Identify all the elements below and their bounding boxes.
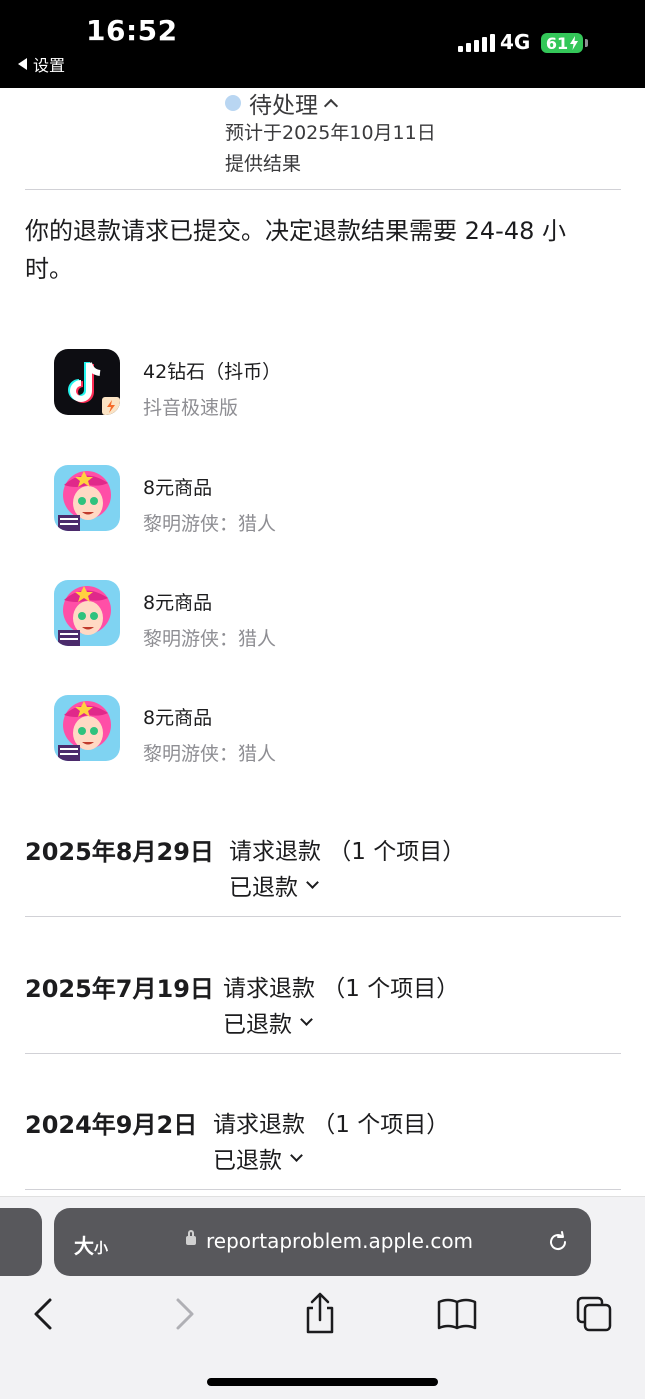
cellular-signal-icon (458, 34, 495, 52)
pending-label: 待处理 (249, 93, 318, 119)
game-character-icon (54, 580, 120, 646)
forward-arrow-icon[interactable] (162, 1292, 206, 1336)
game-character-icon (54, 465, 120, 531)
divider (25, 1053, 621, 1054)
request-status: 已退款 (229, 875, 298, 901)
estimate-date: 预计于2025年10月11日 (225, 122, 436, 144)
battery-indicator: 61 (541, 33, 583, 53)
list-item: 8元商品 黎明游侠：猎人 (54, 465, 614, 535)
request-title: 请求退款 （1 个项目） (213, 1112, 450, 1138)
request-status-toggle[interactable]: 已退款 (213, 1141, 303, 1175)
back-to-settings-label: 设置 (33, 56, 66, 75)
text-size-big: 大 (74, 1234, 94, 1258)
request-title: 请求退款 （1 个项目） (229, 839, 466, 865)
charging-bolt-icon (570, 36, 579, 50)
back-triangle-icon (18, 58, 27, 70)
request-status-toggle[interactable]: 已退款 (229, 868, 319, 902)
item-name: 8元商品 (143, 592, 213, 614)
item-app: 黎明游侠：猎人 (143, 743, 277, 765)
status-bar: 16:52 设置 4G 61 (0, 0, 645, 88)
request-date: 2025年8月29日 (25, 838, 214, 866)
request-status: 已退款 (223, 1012, 292, 1038)
list-item: 42钻石（抖币） 抖音极速版 (54, 349, 614, 419)
chevron-down-icon (306, 875, 319, 889)
item-app: 黎明游侠：猎人 (143, 513, 277, 535)
pending-estimate: 预计于2025年10月11日 提供结果 (225, 118, 525, 180)
request-status: 已退款 (213, 1148, 282, 1174)
refund-request: 2025年7月19日 请求退款 （1 个项目） 已退款 (25, 969, 621, 1049)
request-title: 请求退款 （1 个项目） (223, 976, 460, 1002)
battery-level: 61 (545, 33, 569, 53)
request-date: 2024年9月2日 (25, 1111, 198, 1139)
address-bar[interactable]: 大小 reportaproblem.apple.com (54, 1208, 591, 1276)
chevron-down-icon (290, 1148, 303, 1162)
list-item: 8元商品 黎明游侠：猎人 (54, 695, 614, 765)
tabs-icon[interactable] (572, 1292, 616, 1336)
text-size-button[interactable]: 大小 (74, 1230, 108, 1259)
pending-status-toggle[interactable]: 待处理 (225, 86, 339, 120)
item-name: 8元商品 (143, 707, 213, 729)
item-app: 黎明游侠：猎人 (143, 628, 277, 650)
item-app: 抖音极速版 (143, 397, 239, 419)
previous-tab-preview[interactable] (0, 1208, 42, 1276)
request-status-toggle[interactable]: 已退款 (223, 1005, 313, 1039)
network-type: 4G (500, 30, 531, 54)
bookmarks-icon[interactable] (435, 1292, 479, 1336)
back-to-settings-link[interactable]: 设置 (18, 52, 65, 76)
battery-cap (585, 39, 588, 47)
item-name: 8元商品 (143, 477, 213, 499)
chevron-down-icon (300, 1012, 313, 1026)
douyin-lite-icon (54, 349, 120, 415)
refund-request: 2025年8月29日 请求退款 （1 个项目） 已退款 (25, 832, 621, 912)
item-name: 42钻石（抖币） (143, 361, 282, 383)
refund-notice: 你的退款请求已提交。决定退款结果需要 24-48 小时。 (25, 217, 566, 283)
home-indicator (207, 1378, 438, 1386)
chevron-up-icon (323, 98, 339, 114)
estimate-suffix: 提供结果 (225, 153, 302, 175)
divider (25, 189, 621, 190)
refund-request: 2024年9月2日 请求退款 （1 个项目） 已退款 (25, 1105, 621, 1185)
game-character-icon (54, 695, 120, 761)
reload-icon[interactable] (546, 1230, 570, 1254)
pending-dot-icon (225, 95, 241, 111)
back-arrow-icon[interactable] (22, 1292, 66, 1336)
text-size-small: 小 (94, 1241, 108, 1257)
share-icon[interactable] (298, 1292, 342, 1336)
list-item: 8元商品 黎明游侠：猎人 (54, 580, 614, 650)
status-time: 16:52 (86, 14, 178, 47)
url-text: reportaproblem.apple.com (206, 1229, 474, 1253)
divider (25, 1189, 621, 1190)
request-date: 2025年7月19日 (25, 975, 214, 1003)
divider (25, 916, 621, 917)
lock-icon (186, 1230, 196, 1245)
